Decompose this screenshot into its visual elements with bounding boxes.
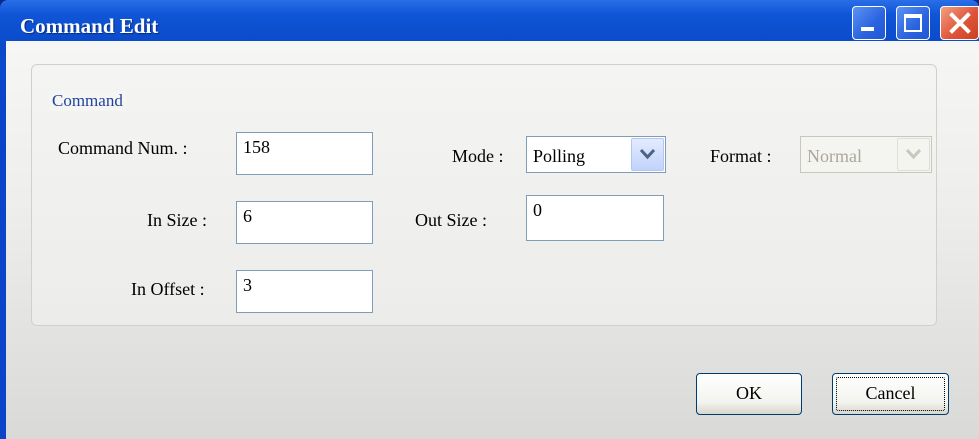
in-size-input[interactable]: 6 [236,201,373,244]
command-num-input[interactable]: 158 [236,132,373,175]
in-offset-label: In Offset : [131,279,205,299]
out-size-input[interactable]: 0 [526,195,664,241]
mode-select[interactable]: Polling [526,136,666,173]
minimize-icon [861,27,874,31]
format-select: Normal [800,136,932,173]
ok-button[interactable]: OK [696,373,802,415]
in-offset-value: 3 [243,275,252,295]
in-size-label: In Size : [147,210,207,230]
in-size-value: 6 [243,206,252,226]
chevron-down-icon [639,148,656,160]
minimize-button[interactable] [852,6,886,40]
window-title: Command Edit [20,14,159,38]
format-value: Normal [807,146,862,166]
mode-value: Polling [533,146,586,166]
mode-dropdown-button[interactable] [631,138,664,171]
close-icon [949,12,971,34]
cancel-button[interactable]: Cancel [832,373,949,415]
format-dropdown-button [897,138,930,171]
focus-ring [836,377,945,411]
format-label: Format : [710,146,772,166]
chevron-down-icon [905,148,922,160]
command-group-legend: Command [49,91,126,111]
command-num-label: Command Num. : [58,138,188,158]
close-button[interactable] [940,6,979,40]
command-num-value: 158 [243,137,270,157]
mode-label: Mode : [452,146,504,166]
out-size-value: 0 [533,200,542,220]
command-edit-window: Command Edit Command Command Num. : 158 … [0,0,979,439]
maximize-icon [904,14,922,32]
maximize-button[interactable] [896,6,930,40]
in-offset-input[interactable]: 3 [236,270,373,313]
out-size-label: Out Size : [415,210,487,230]
